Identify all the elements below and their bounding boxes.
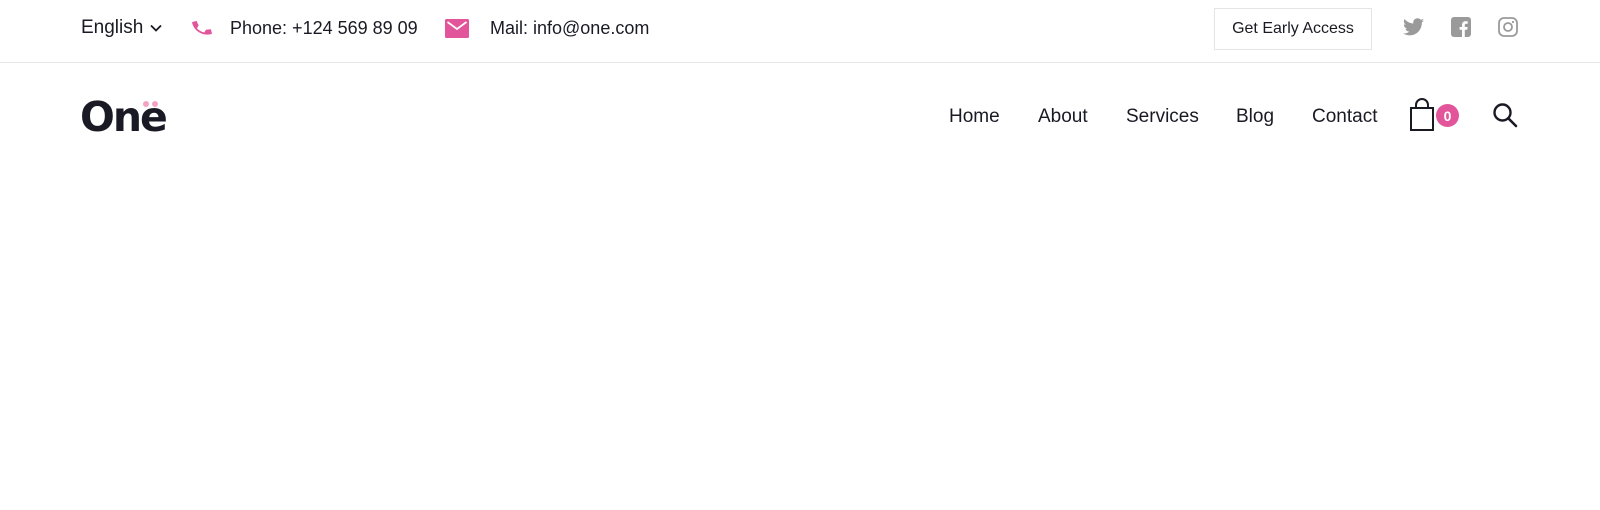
twitter-icon[interactable] (1401, 15, 1425, 39)
nav-item-contact[interactable]: Contact (1312, 106, 1377, 128)
nav-item-home[interactable]: Home (949, 106, 1000, 128)
facebook-icon[interactable] (1449, 15, 1473, 39)
cart-button[interactable]: 0 (1406, 98, 1462, 132)
search-icon[interactable] (1491, 101, 1519, 129)
logo-dots (143, 101, 158, 107)
cart-count-badge: 0 (1436, 104, 1459, 127)
shopping-bag-icon (1408, 98, 1436, 132)
top-bar: English Phone: +124 569 89 09 Mail: info… (0, 0, 1600, 63)
get-early-access-button[interactable]: Get Early Access (1214, 8, 1372, 50)
chevron-down-icon (150, 22, 162, 34)
language-selector[interactable]: English (81, 15, 162, 41)
mail-icon (445, 18, 469, 38)
mail-contact: Mail: info@one.com (445, 14, 649, 42)
instagram-icon[interactable] (1496, 15, 1520, 39)
phone-contact: Phone: +124 569 89 09 (190, 14, 418, 42)
nav-item-services[interactable]: Services (1126, 106, 1199, 128)
nav-item-about[interactable]: About (1038, 106, 1088, 128)
mail-text: Mail: info@one.com (490, 17, 650, 38)
nav-item-blog[interactable]: Blog (1236, 106, 1274, 128)
phone-text: Phone: +124 569 89 09 (230, 17, 418, 38)
phone-icon (190, 16, 214, 40)
language-label: English (81, 17, 144, 38)
